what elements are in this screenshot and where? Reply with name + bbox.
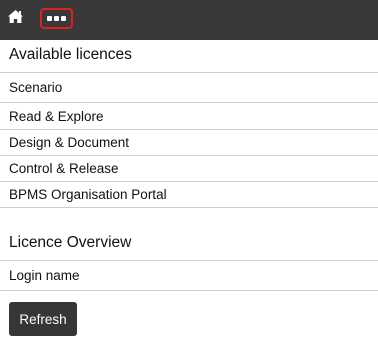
licence-item-scenario: Scenario — [9, 80, 63, 95]
home-icon — [7, 9, 24, 29]
licence-item-read-explore: Read & Explore — [9, 108, 104, 124]
licence-item-control-release: Control & Release — [9, 161, 119, 176]
licence-overview-title: Licence Overview — [9, 234, 132, 251]
home-button[interactable] — [5, 9, 25, 29]
licence-item-bpms-portal: BPMS Organisation Portal — [9, 187, 167, 202]
available-licences-title: Available licences — [9, 46, 132, 63]
refresh-button[interactable]: Refresh — [9, 302, 77, 336]
top-toolbar — [0, 0, 378, 40]
divider — [0, 290, 378, 291]
more-horizontal-icon — [46, 16, 67, 21]
login-name-label: Login name — [9, 268, 80, 283]
divider — [0, 207, 378, 208]
more-options-button[interactable] — [40, 8, 73, 29]
licence-item-design-document: Design & Document — [9, 135, 130, 150]
